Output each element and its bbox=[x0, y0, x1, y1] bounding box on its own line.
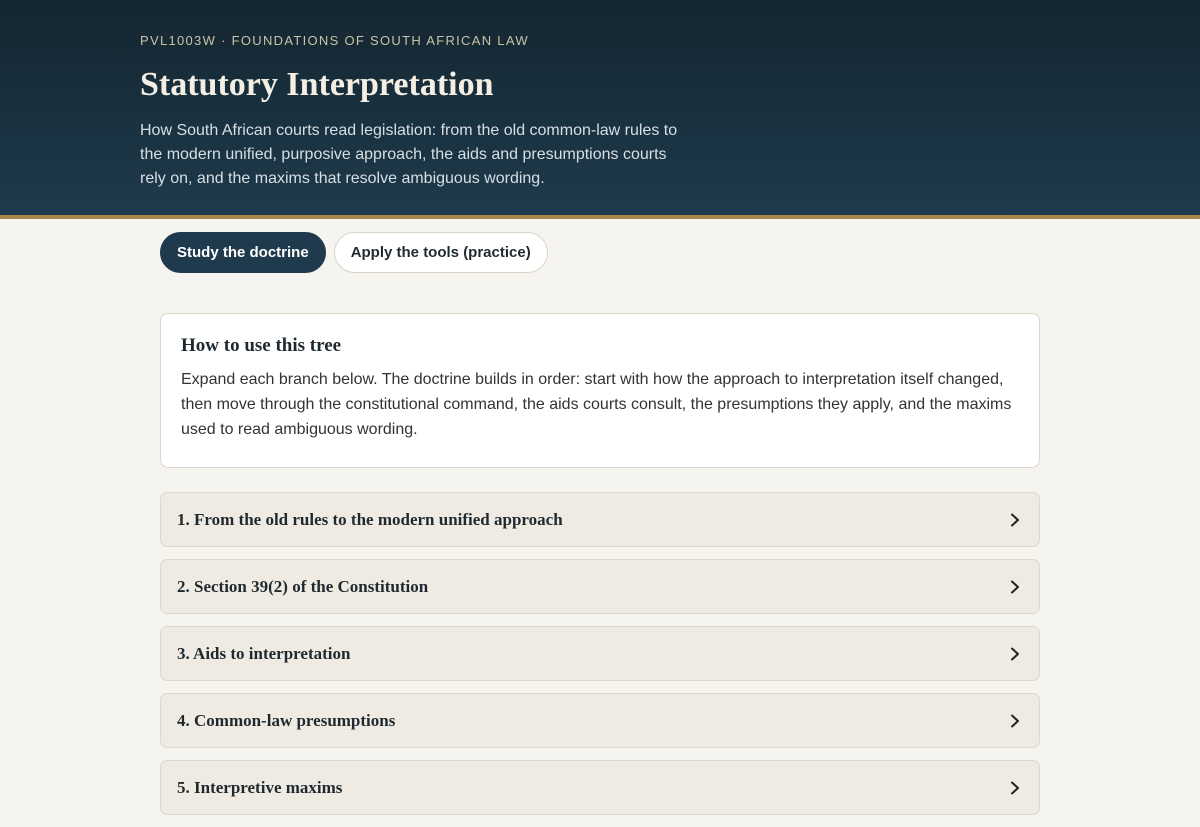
branch-label: 1. From the old rules to the modern unif… bbox=[177, 509, 563, 529]
info-card-title: How to use this tree bbox=[181, 335, 342, 356]
branch-interpretive-maxims[interactable]: 5. Interpretive maxims bbox=[160, 760, 1040, 815]
page-header: PVL1003W · FOUNDATIONS OF SOUTH AFRICAN … bbox=[0, 0, 1200, 219]
branch-aids-to-interpretation[interactable]: 3. Aids to interpretation bbox=[160, 626, 1040, 681]
branch-label: 5. Interpretive maxims bbox=[177, 777, 343, 797]
chevron-right-icon bbox=[1007, 512, 1023, 528]
tab-apply-tools[interactable]: Apply the tools (practice) bbox=[333, 232, 548, 273]
page-subtitle: How South African courts read legislatio… bbox=[140, 122, 678, 187]
branch-label: 4. Common-law presumptions bbox=[177, 710, 396, 730]
chevron-right-icon bbox=[1007, 780, 1023, 796]
chevron-right-icon bbox=[1007, 646, 1023, 662]
branch-common-law-presumptions[interactable]: 4. Common-law presumptions bbox=[160, 693, 1040, 748]
chevron-right-icon bbox=[1007, 713, 1023, 729]
info-card-text: Expand each branch below. The doctrine b… bbox=[181, 371, 1012, 438]
page-title: Statutory Interpretation bbox=[140, 66, 494, 103]
course-code: PVL1003W · FOUNDATIONS OF SOUTH AFRICAN … bbox=[140, 33, 529, 48]
tab-study-doctrine[interactable]: Study the doctrine bbox=[160, 232, 326, 273]
how-to-use-card: How to use this tree Expand each branch … bbox=[160, 313, 1040, 468]
branch-section-39-2[interactable]: 2. Section 39(2) of the Constitution bbox=[160, 559, 1040, 614]
branch-label: 3. Aids to interpretation bbox=[177, 643, 351, 663]
chevron-right-icon bbox=[1007, 579, 1023, 595]
branch-old-rules-to-unified[interactable]: 1. From the old rules to the modern unif… bbox=[160, 492, 1040, 547]
branch-label: 2. Section 39(2) of the Constitution bbox=[177, 576, 429, 596]
mode-tabs: Study the doctrine Apply the tools (prac… bbox=[160, 232, 548, 273]
doctrine-tree: 1. From the old rules to the modern unif… bbox=[160, 492, 1040, 827]
